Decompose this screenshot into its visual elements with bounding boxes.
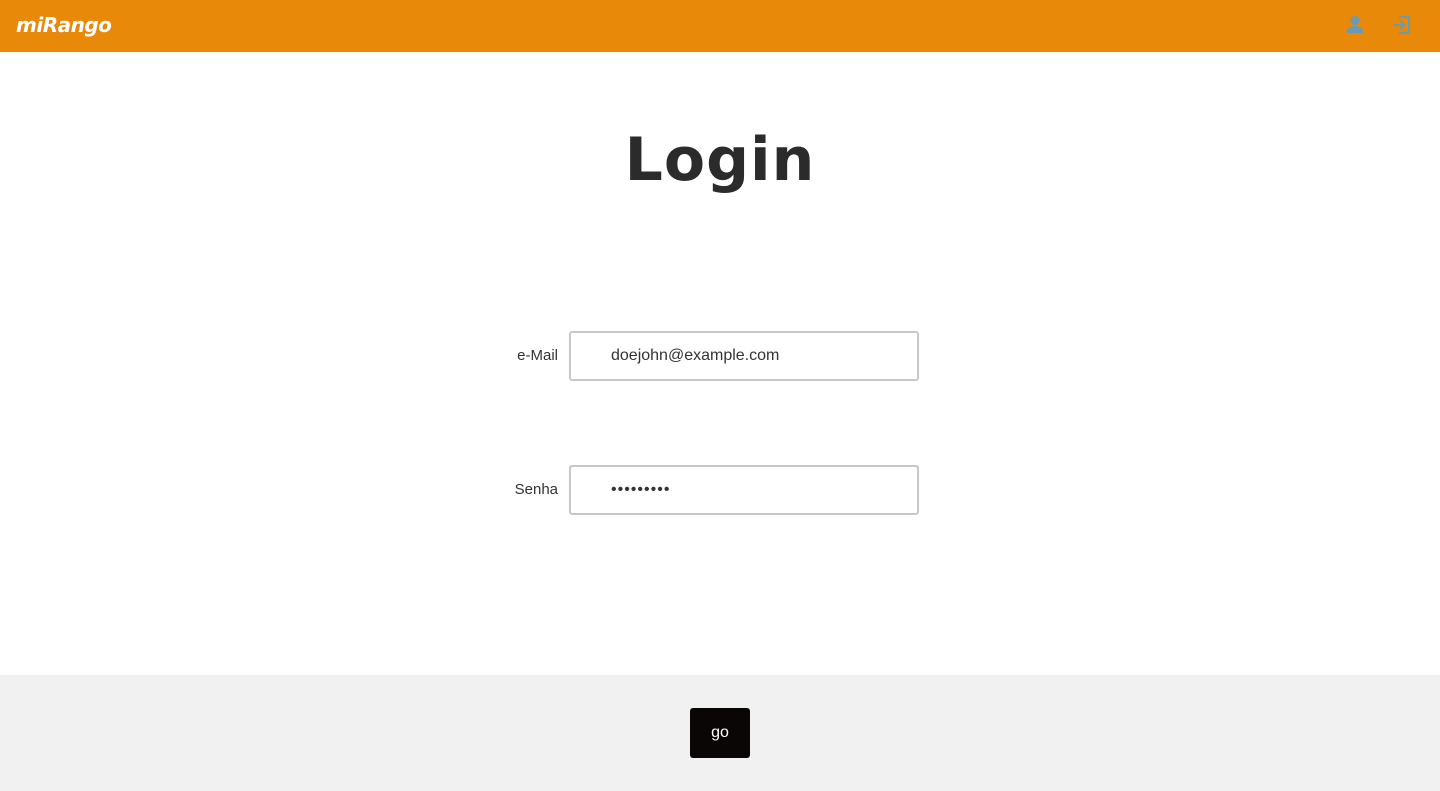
go-button[interactable]: go — [690, 708, 750, 758]
password-label: Senha — [514, 481, 558, 498]
brand-logo[interactable]: miRango — [16, 11, 112, 39]
password-field[interactable] — [569, 465, 919, 515]
user-icon[interactable] — [1344, 14, 1366, 36]
page-title: Login — [624, 125, 816, 195]
app-root: miRango Login e-Mail Senha go — [0, 0, 1440, 791]
form-footer: go — [0, 675, 1440, 791]
email-label: e-Mail — [517, 347, 558, 364]
login-icon[interactable] — [1391, 14, 1413, 36]
top-navbar: miRango — [0, 0, 1440, 52]
email-field[interactable] — [569, 331, 919, 381]
